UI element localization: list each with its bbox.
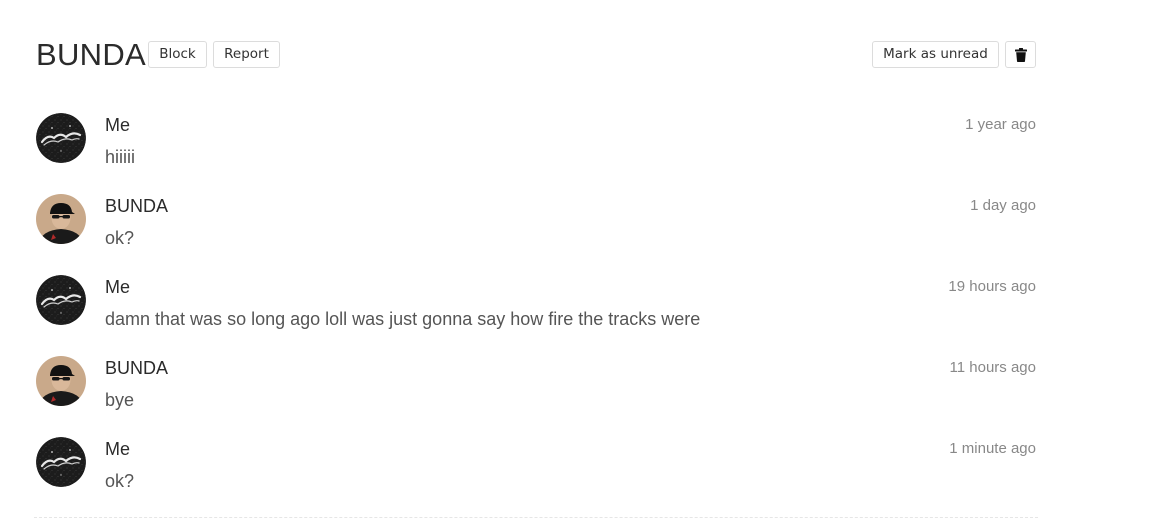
message-sender: BUNDA [105, 358, 169, 378]
avatar-person-cap[interactable] [36, 356, 86, 406]
message-text: damn that was so long ago loll was just … [105, 309, 701, 329]
message-timestamp: 19 hours ago [948, 278, 1036, 295]
conversation-title: BUNDA [36, 37, 147, 72]
message-text: bye [105, 390, 135, 410]
message-timestamp: 1 minute ago [949, 440, 1036, 457]
block-button[interactable]: Block [148, 41, 207, 68]
avatar-person-cap[interactable] [36, 194, 86, 244]
message-sender: Me [105, 115, 131, 135]
message-item: Me damn that was so long ago loll was ju… [36, 275, 1036, 335]
message-timestamp: 1 year ago [965, 116, 1036, 133]
mark-as-unread-button[interactable]: Mark as unread [872, 41, 999, 68]
conversation-header: BUNDA Block Report Mark as unread [36, 38, 1036, 72]
message-text: ok? [105, 228, 135, 248]
delete-conversation-button[interactable] [1005, 41, 1036, 68]
message-item: Me ok? 1 minute ago [36, 437, 1036, 497]
avatar-dvinity-logo[interactable] [36, 113, 86, 163]
report-button[interactable]: Report [213, 41, 280, 68]
message-text: hiiiii [105, 147, 136, 167]
message-sender: Me [105, 277, 131, 297]
thread-divider [34, 517, 1038, 518]
message-timestamp: 1 day ago [970, 197, 1036, 214]
message-item: Me hiiiii 1 year ago [36, 113, 1036, 173]
message-item: BUNDA bye 11 hours ago [36, 356, 1036, 416]
message-sender: Me [105, 439, 131, 459]
message-text: ok? [105, 471, 135, 491]
avatar-dvinity-logo[interactable] [36, 275, 86, 325]
message-timestamp: 11 hours ago [949, 359, 1036, 376]
message-sender: BUNDA [105, 196, 169, 216]
trash-icon [1015, 48, 1027, 62]
message-item: BUNDA ok? 1 day ago [36, 194, 1036, 254]
avatar-dvinity-logo[interactable] [36, 437, 86, 487]
